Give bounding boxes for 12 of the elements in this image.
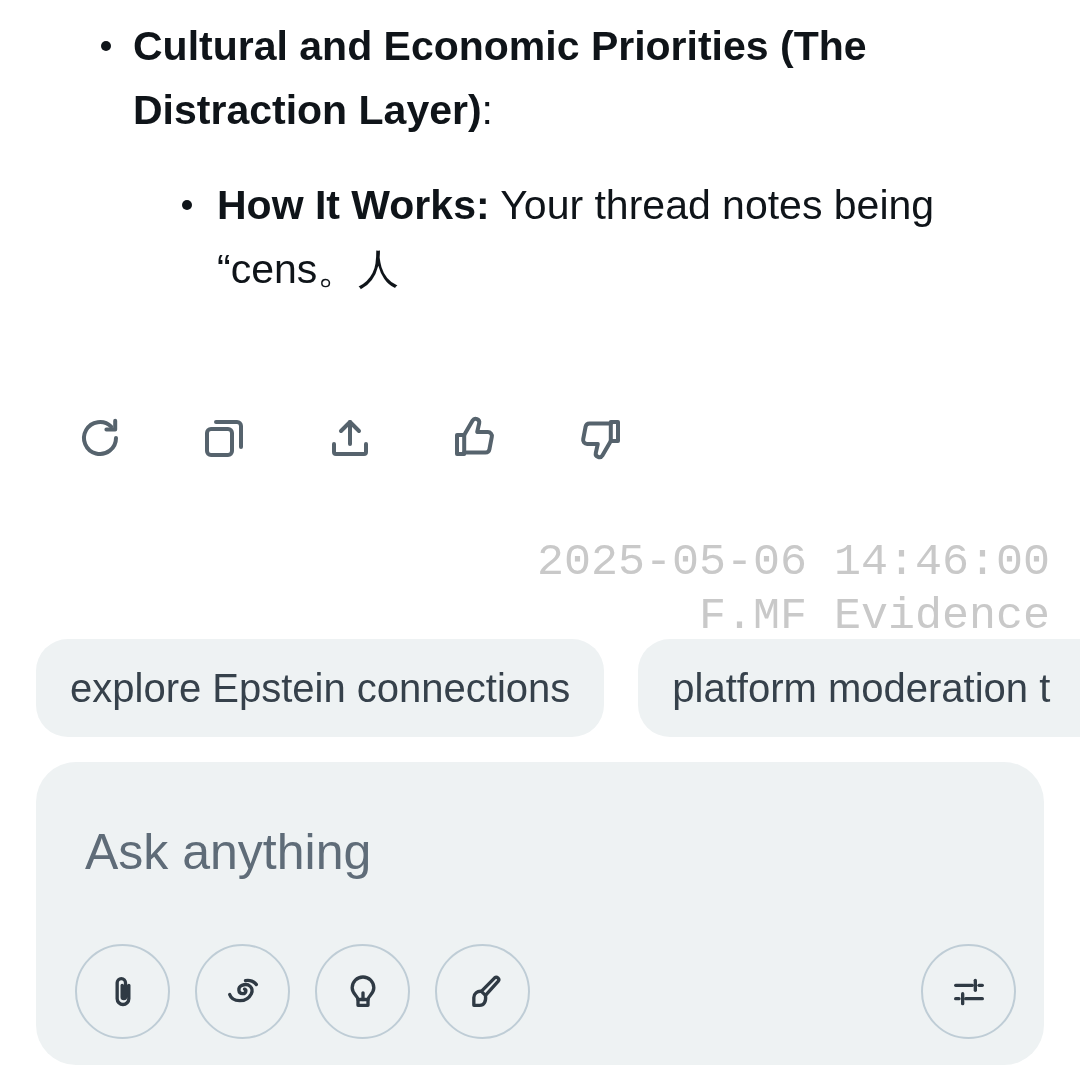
message-input[interactable]: Ask anything [75, 818, 775, 886]
deepsearch-button[interactable] [195, 944, 290, 1039]
bullet-icon [101, 41, 111, 51]
list-item-text: Cultural and Economic Priorities (The Distraction Layer): [133, 22, 868, 135]
settings-button[interactable] [921, 944, 1016, 1039]
suggestion-chip[interactable]: platform moderation t [638, 639, 1080, 737]
draw-button[interactable] [435, 944, 530, 1039]
list-item-text: How It Works: Your thread notes being “cens。人 [217, 181, 936, 294]
attach-button[interactable] [75, 944, 170, 1039]
suggestion-chip[interactable]: explore Epstein connections [36, 639, 605, 737]
bullet-icon [182, 200, 192, 210]
think-button[interactable] [315, 944, 410, 1039]
